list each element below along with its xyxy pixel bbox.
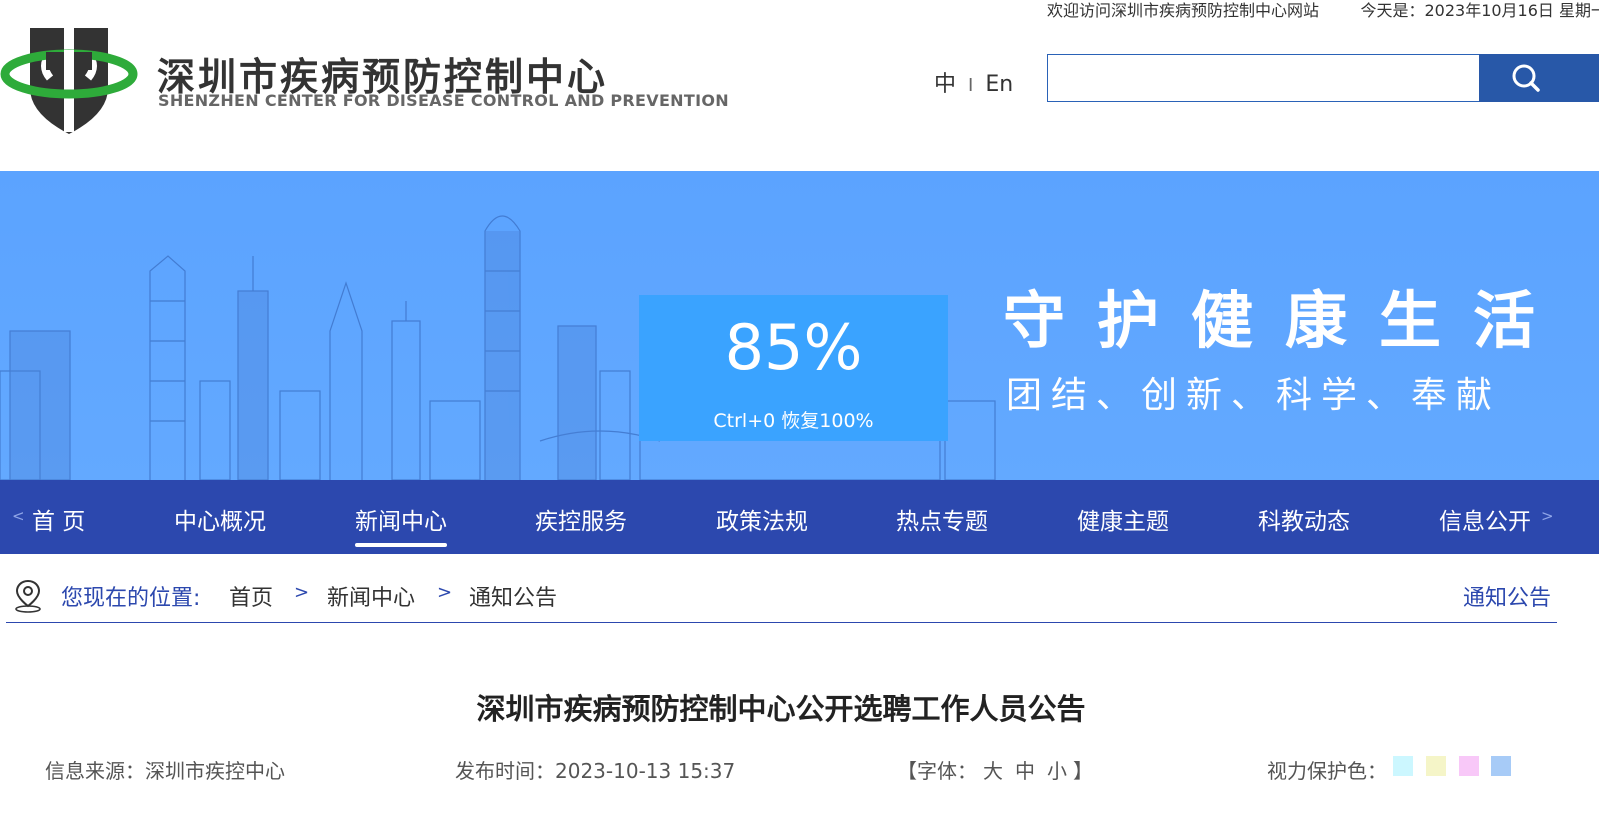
section-title: 通知公告	[1462, 586, 1551, 611]
lang-chinese-link[interactable]: 中	[934, 72, 956, 97]
publish-time-label: 发布时间：	[455, 759, 555, 783]
banner-motto: 团结、创新、科学、奉献	[1006, 375, 1502, 416]
nav-item-policy[interactable]: 政策法规	[716, 502, 808, 536]
main-nav: < 首 页 中心概况 新闻中心 疾控服务 政策法规 热点专题 健康主题 科教动态…	[0, 480, 1599, 554]
breadcrumb-separator: >	[437, 582, 453, 603]
nav-item-science[interactable]: 科教动态	[1258, 502, 1350, 536]
nav-prev-arrow[interactable]: <	[12, 507, 25, 525]
font-size-close: 】	[1073, 759, 1093, 783]
nav-item-services[interactable]: 疾控服务	[535, 502, 627, 536]
font-large-button[interactable]: 大	[983, 759, 1003, 783]
eye-care-label: 视力保护色：	[1267, 759, 1387, 783]
eye-color-pink-swatch[interactable]	[1459, 756, 1479, 776]
site-logo[interactable]	[0, 22, 140, 137]
nav-item-news[interactable]: 新闻中心	[355, 502, 447, 547]
nav-item-topics[interactable]: 热点专题	[896, 502, 988, 536]
publish-time-value: 2023-10-13 15:37	[555, 759, 736, 783]
nav-item-health[interactable]: 健康主题	[1077, 502, 1169, 536]
nav-item-about[interactable]: 中心概况	[174, 502, 266, 536]
article-title: 深圳市疾病预防控制中心公开选聘工作人员公告	[476, 692, 1086, 726]
breadcrumb: 您现在的位置: 首页 > 新闻中心 > 通知公告 通知公告	[0, 576, 1599, 624]
site-subtitle: SHENZHEN CENTER FOR DISEASE CONTROL AND …	[158, 91, 729, 110]
font-medium-button[interactable]: 中	[1015, 759, 1035, 783]
location-pin-icon	[15, 579, 41, 613]
breadcrumb-notice-link[interactable]: 通知公告	[469, 580, 557, 612]
eye-color-blue-swatch[interactable]	[1491, 756, 1511, 776]
breadcrumb-news-link[interactable]: 新闻中心	[327, 580, 415, 612]
search-icon	[1512, 64, 1540, 92]
font-size-label: 【字体：	[897, 759, 977, 783]
welcome-text: 欢迎访问深圳市疾病预防控制中心网站	[1046, 1, 1319, 20]
breadcrumb-separator: >	[294, 582, 310, 603]
zoom-level-overlay: 85% Ctrl+0 恢复100%	[639, 295, 948, 441]
source-label: 信息来源：	[45, 759, 145, 783]
lang-english-link[interactable]: En	[985, 72, 1013, 97]
search-input[interactable]	[1047, 54, 1480, 102]
eye-color-yellow-swatch[interactable]	[1426, 756, 1446, 776]
search-button[interactable]	[1479, 54, 1599, 102]
nav-item-disclosure[interactable]: 信息公开	[1439, 502, 1531, 536]
source-value: 深圳市疾控中心	[145, 759, 285, 783]
language-switch: 中 I En	[934, 66, 1013, 98]
breadcrumb-label: 您现在的位置:	[61, 586, 201, 611]
font-small-button[interactable]: 小	[1047, 759, 1067, 783]
banner-slogan: 守护健康生活	[1003, 284, 1568, 357]
font-size-switch: 【字体：大中小】	[897, 755, 1093, 784]
zoom-reset-hint: Ctrl+0 恢复100%	[713, 410, 874, 432]
article-source: 信息来源：深圳市疾控中心	[45, 755, 285, 784]
cdc-shield-icon	[0, 28, 138, 134]
eye-color-cyan-swatch[interactable]	[1393, 756, 1413, 776]
date-text: 今天是：2023年10月16日 星期一	[1360, 1, 1599, 20]
article-publish-time: 发布时间：2023-10-13 15:37	[455, 755, 735, 784]
breadcrumb-home-link[interactable]: 首页	[229, 580, 273, 612]
zoom-percent: 85%	[724, 311, 863, 384]
nav-next-arrow[interactable]: >	[1541, 507, 1554, 525]
nav-item-home[interactable]: 首 页	[32, 502, 85, 536]
breadcrumb-divider	[6, 622, 1557, 623]
lang-separator: I	[968, 75, 974, 96]
